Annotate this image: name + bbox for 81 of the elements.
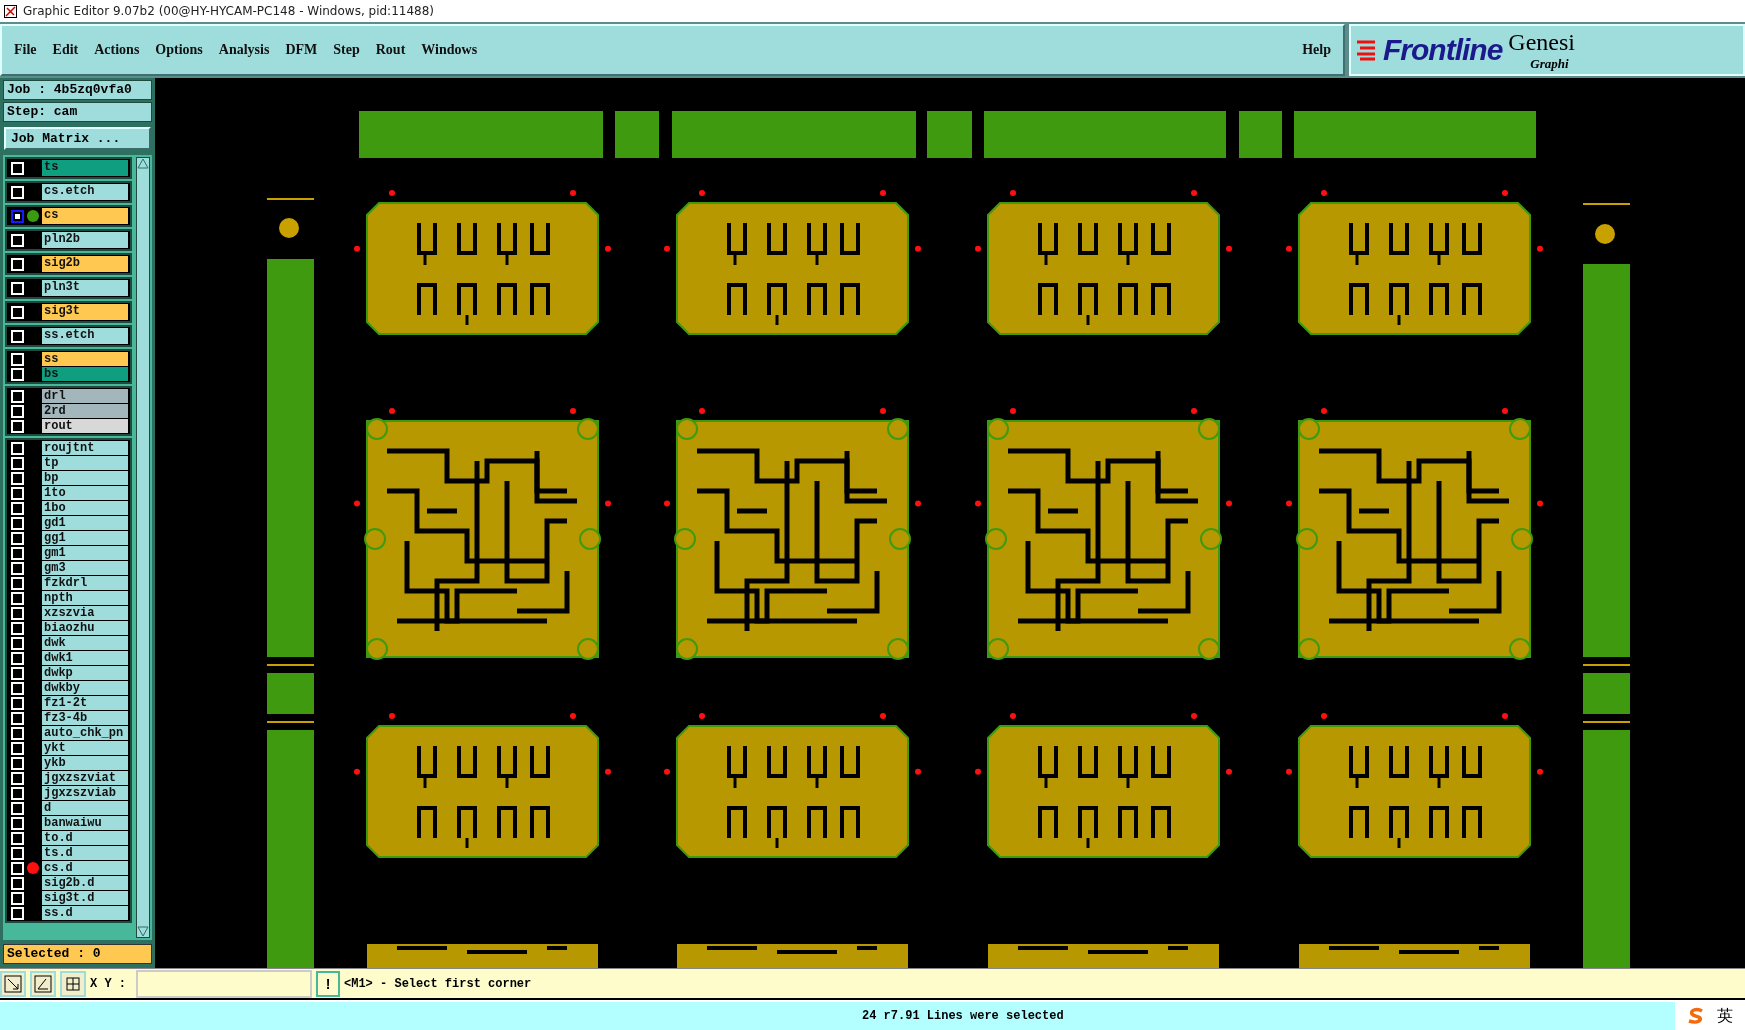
menu-item[interactable]: Edit [52,42,79,58]
app-icon [4,4,17,18]
layer-name[interactable]: 1to [42,486,128,500]
layer-name[interactable]: ts [42,160,128,176]
layer-name[interactable]: ts.d [42,846,128,860]
layer-name[interactable]: sig2b [42,256,128,272]
layer-name[interactable]: biaozhu [42,621,128,635]
layer-name[interactable]: fz1-2t [42,696,128,710]
layer-name[interactable]: ykb [42,756,128,770]
layer-name[interactable]: gm3 [42,561,128,575]
layer-name[interactable]: gm1 [42,546,128,560]
layer-name[interactable]: pln2b [42,232,128,248]
layer-name[interactable]: d [42,801,128,815]
menu-item[interactable]: Actions [94,42,140,58]
menu-item[interactable]: Rout [375,42,406,58]
product-name: Genesi [1508,28,1575,56]
help-menu[interactable]: Help [1302,42,1331,58]
layer-name[interactable]: xzszvia [42,606,128,620]
menu-item[interactable]: Analysis [218,42,270,58]
layer-name[interactable]: ss.d [42,906,128,920]
xy-label: X Y : [90,976,126,991]
layer-name[interactable]: gd1 [42,516,128,530]
layer-name[interactable]: bs [42,367,128,381]
product-subtitle: Graphi [1530,55,1570,72]
layer-name[interactable]: 2rd [42,404,128,418]
layer-name[interactable]: drl [42,389,128,403]
layer-name[interactable]: gg1 [42,531,128,545]
coordinate-field[interactable] [136,969,312,998]
job-label: Job : 4b5zq0vfa0 [3,80,152,100]
menu-item[interactable]: DFM [285,42,318,58]
layer-name[interactable]: ykt [42,741,128,755]
job-matrix-button[interactable]: Job Matrix ... [4,127,151,150]
layer-name[interactable]: cs [42,208,128,224]
layer-name[interactable]: banwaiwu [42,816,128,830]
layer-name[interactable]: npth [42,591,128,605]
layer-name[interactable]: jgxzszviab [42,786,128,800]
layer-name[interactable]: auto_chk_pn [42,726,128,740]
layer-name[interactable]: dwk [42,636,128,650]
layer-name[interactable]: ss.etch [42,328,128,344]
alert-button[interactable]: ! [316,970,340,997]
input-language[interactable]: 英 [1717,1005,1733,1027]
selected-count: Selected : 0 [3,944,152,964]
layer-name[interactable]: tp [42,456,128,470]
step-label: Step: cam [3,102,152,122]
scroll-up-icon[interactable] [137,158,149,170]
layer-name[interactable]: cs.d [42,861,128,875]
menu-item[interactable]: File [14,42,37,58]
menu-item[interactable]: Windows [421,42,478,58]
status-message: 24 r7.91 Lines were selected [862,1009,1064,1023]
angle-icon [34,974,52,993]
layer-name[interactable]: bp [42,471,128,485]
scroll-down-icon[interactable] [137,925,149,937]
layer-name[interactable]: sig2b.d [42,876,128,890]
grid-icon [64,974,82,993]
layer-name[interactable]: pln3t [42,280,128,296]
layer-name[interactable]: fzkdrl [42,576,128,590]
layer-checkbox[interactable] [11,209,24,223]
layer-name[interactable]: dwk1 [42,651,128,665]
measure-tool-button[interactable] [30,970,56,997]
layer-name[interactable]: ss [42,352,128,366]
layer-name[interactable]: to.d [42,831,128,845]
grid-tool-button[interactable] [60,970,86,997]
layer-name[interactable]: sig3t [42,304,128,320]
zoom-tool-button[interactable] [0,970,26,997]
layer-name[interactable]: fz3-4b [42,711,128,725]
menu-item[interactable]: Options [155,42,203,58]
layer-name[interactable]: roujtnt [42,441,128,455]
brand-logo: Frontline [1383,33,1503,67]
prompt-message: <M1> - Select first corner [344,976,532,991]
layer-name[interactable]: jgxzszviat [42,771,128,785]
layer-name[interactable]: sig3t.d [42,891,128,905]
window-title: Graphic Editor 9.07b2 (00@HY-HYCAM-PC148 - Windows, pid:11488) [23,4,434,18]
layer-name[interactable]: cs.etch [42,184,128,200]
menu-item[interactable]: Step [333,42,360,58]
layer-name[interactable]: rout [42,419,128,433]
layer-name[interactable]: 1bo [42,501,128,515]
layer-name[interactable]: dwkp [42,666,128,680]
layer-name[interactable]: dwkby [42,681,128,695]
speed-lines-icon [1357,39,1377,61]
ime-logo-icon[interactable] [1687,1007,1705,1025]
scrollbar[interactable] [136,157,150,938]
